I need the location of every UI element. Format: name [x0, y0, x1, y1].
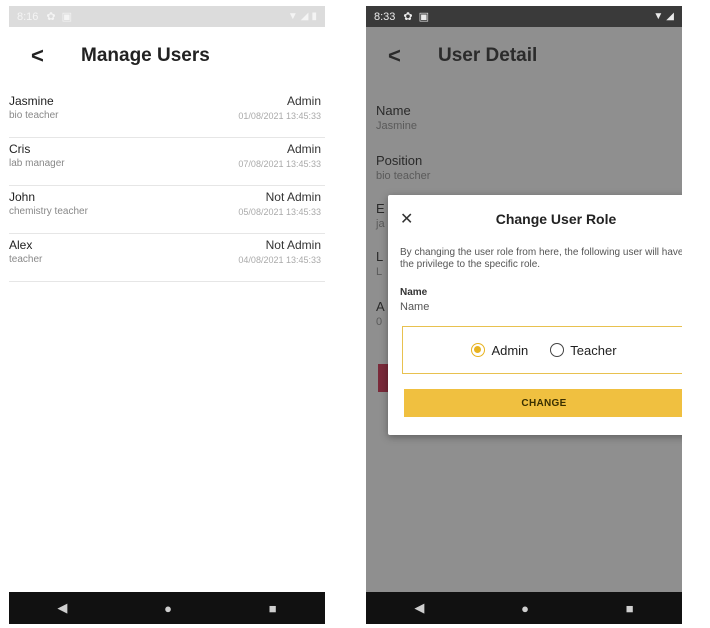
page-title: User Detail	[438, 45, 538, 66]
back-arrow-icon[interactable]: <	[31, 43, 59, 69]
app-header: < User Detail	[366, 27, 682, 85]
user-position: chemistry teacher	[9, 206, 88, 217]
user-row-alex[interactable]: Alex teacher Not Admin 04/08/2021 13:45:…	[9, 234, 325, 282]
user-role: Not Admin	[265, 238, 321, 252]
user-position: teacher	[9, 254, 43, 265]
partial-label: E	[376, 201, 385, 216]
user-position: bio teacher	[9, 110, 59, 121]
user-date: 01/08/2021 13:45:33	[238, 111, 321, 121]
user-row-john[interactable]: John chemistry teacher Not Admin 05/08/2…	[9, 186, 325, 234]
radio-checked-icon[interactable]	[471, 343, 486, 357]
settings-icon: ✿	[403, 11, 413, 23]
radio-unchecked-icon[interactable]	[550, 343, 565, 357]
user-date: 04/08/2021 13:45:33	[238, 255, 321, 265]
change-button[interactable]: CHANGE	[404, 389, 682, 417]
image-icon: ▣	[418, 11, 430, 23]
radio-option-teacher[interactable]: Teacher	[550, 342, 617, 358]
wifi-icon: ▼	[653, 11, 664, 22]
change-role-dialog: ✕ Change User Role By changing the user …	[388, 195, 682, 435]
settings-icon: ✿	[46, 11, 56, 23]
position-value: bio teacher	[376, 170, 431, 182]
partial-label: L	[376, 249, 384, 264]
battery-icon: ▮	[311, 11, 317, 22]
nav-home-icon[interactable]: ●	[164, 601, 172, 616]
user-row-jasmine[interactable]: Jasmine bio teacher Admin 01/08/2021 13:…	[9, 90, 325, 138]
user-detail-screen: 8:33 ✿ ▣ ▼ ◢ < User Detail Name Jasmine …	[366, 6, 682, 624]
radio-label: Admin	[491, 342, 529, 358]
user-role: Admin	[286, 94, 321, 108]
name-label: Name	[376, 103, 411, 118]
user-name: John	[9, 190, 36, 204]
status-bar: 8:16 ✿ ▣ ▼ ◢ ▮	[9, 6, 325, 27]
partial-value: ja	[376, 218, 385, 230]
user-name: Cris	[9, 142, 31, 156]
nav-home-icon[interactable]: ●	[521, 601, 529, 616]
partial-label: A	[376, 299, 385, 314]
nav-recents-icon[interactable]: ■	[269, 601, 277, 616]
dialog-name-value: Name	[400, 301, 430, 313]
hidden-button-edge	[378, 364, 388, 392]
partial-value: 0	[376, 316, 383, 328]
radio-label: Teacher	[570, 342, 617, 358]
user-name: Jasmine	[9, 94, 54, 108]
status-bar: 8:33 ✿ ▣ ▼ ◢	[366, 6, 682, 27]
user-role: Not Admin	[265, 190, 321, 204]
signal-icon: ◢	[300, 11, 309, 22]
user-name: Alex	[9, 238, 33, 252]
user-position: lab manager	[9, 158, 65, 169]
position-label: Position	[376, 153, 423, 168]
name-value: Jasmine	[376, 120, 417, 132]
status-time: 8:16	[17, 10, 39, 23]
wifi-icon: ▼	[287, 11, 298, 22]
navigation-bar: ◀ ● ■	[366, 592, 682, 624]
navigation-bar: ◀ ● ■	[9, 592, 325, 624]
user-list: Jasmine bio teacher Admin 01/08/2021 13:…	[9, 90, 325, 282]
app-header: < Manage Users	[9, 27, 325, 85]
radio-option-admin[interactable]: Admin	[471, 343, 528, 358]
user-date: 07/08/2021 13:45:33	[238, 159, 321, 169]
user-date: 05/08/2021 13:45:33	[238, 207, 321, 217]
nav-recents-icon[interactable]: ■	[626, 601, 634, 616]
signal-icon: ◢	[666, 11, 674, 22]
partial-value: L	[376, 266, 383, 278]
role-radio-group: Admin Teacher	[402, 326, 682, 374]
dialog-title: Change User Role	[495, 211, 617, 227]
status-time: 8:33	[374, 10, 396, 23]
nav-back-icon[interactable]: ◀	[57, 600, 67, 616]
dialog-description: By changing the user role from here, the…	[400, 247, 682, 270]
user-row-cris[interactable]: Cris lab manager Admin 07/08/2021 13:45:…	[9, 138, 325, 186]
image-icon: ▣	[61, 11, 73, 23]
manage-users-screen: 8:16 ✿ ▣ ▼ ◢ ▮ < Manage Users Jasmine bi…	[9, 6, 325, 624]
dialog-name-label: Name	[400, 287, 428, 298]
nav-back-icon[interactable]: ◀	[414, 600, 424, 616]
back-arrow-icon[interactable]: <	[388, 43, 416, 69]
page-title: Manage Users	[81, 45, 210, 66]
user-role: Admin	[286, 142, 321, 156]
